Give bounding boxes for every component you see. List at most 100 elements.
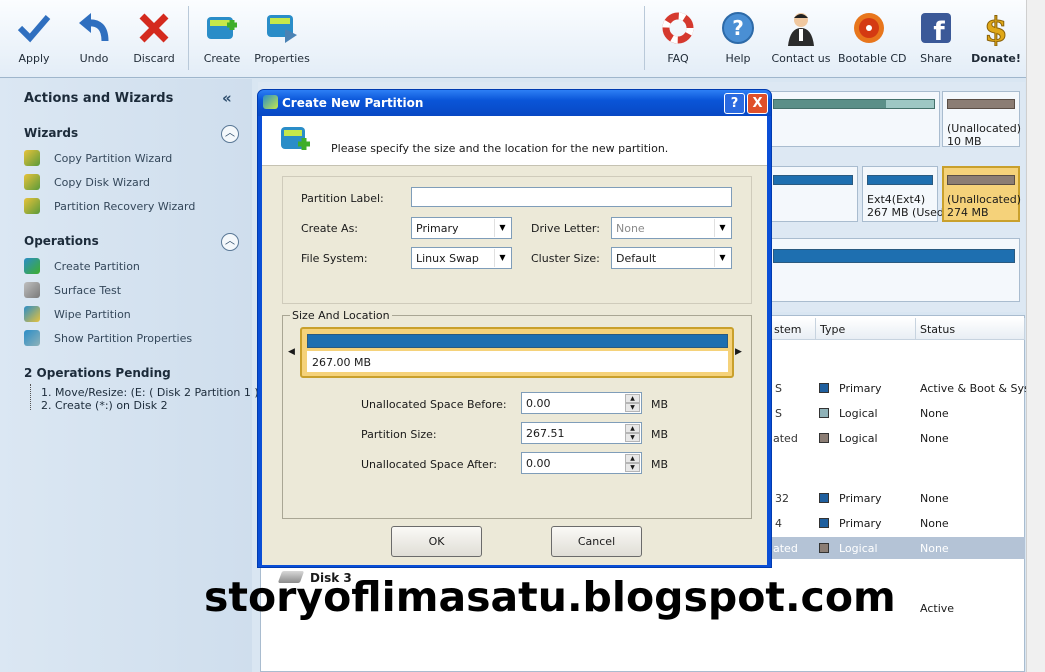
disk3-row-status: Active <box>920 602 955 615</box>
surface-test-icon <box>24 282 40 298</box>
file-system-select[interactable]: Linux Swap ▼ <box>411 247 512 269</box>
close-button[interactable]: X <box>747 93 768 114</box>
spin-up-icon[interactable]: ▲ <box>625 424 640 433</box>
file-system-label: File System: <box>301 252 368 265</box>
properties-button[interactable]: Properties <box>252 6 312 72</box>
row-type: Primary <box>839 517 882 530</box>
disk3-partition-block[interactable] <box>768 238 1020 302</box>
help-button[interactable]: ? <box>724 93 745 114</box>
chevron-down-icon[interactable]: ▼ <box>494 219 510 237</box>
cancel-button[interactable]: Cancel <box>551 526 642 557</box>
collapse-wizards-icon[interactable]: ︿ <box>221 125 239 143</box>
disk2-partition-block[interactable] <box>768 166 858 222</box>
row-status: Active & Boot & Syst <box>920 382 1035 395</box>
donate-button[interactable]: $ Donate! <box>966 6 1026 72</box>
disk1-partition-block[interactable] <box>768 91 940 147</box>
chevron-down-icon[interactable]: ▼ <box>494 249 510 267</box>
disk1-unallocated[interactable]: (Unallocated) 10 MB <box>942 91 1022 148</box>
right-scrollbar[interactable] <box>1026 0 1045 672</box>
unalloc-after-value: 0.00 <box>526 457 551 470</box>
row-fs: ated <box>773 542 798 555</box>
apply-label: Apply <box>18 52 50 65</box>
row-fs: 4 <box>775 517 782 530</box>
unallocated-label: (Unallocated) <box>947 122 1022 135</box>
create-label: Create <box>203 52 241 65</box>
partition-recovery-wizard[interactable]: Partition Recovery Wizard <box>24 198 195 214</box>
col-header-filesystem[interactable]: stem <box>770 318 816 340</box>
col-header-type[interactable]: Type <box>816 318 916 340</box>
disk2-unallocated-selected[interactable]: (Unallocated) 274 MB <box>942 166 1021 222</box>
unit-label: MB <box>651 428 669 441</box>
panel-title: Actions and Wizards <box>24 91 174 106</box>
unit-label: MB <box>651 458 669 471</box>
discard-button[interactable]: Discard <box>124 6 184 72</box>
partition-fill-bar <box>307 334 728 348</box>
spin-down-icon[interactable]: ▼ <box>625 463 640 472</box>
properties-label: Properties <box>254 52 310 65</box>
copy-partition-wizard[interactable]: Copy Partition Wizard <box>24 150 172 166</box>
usage-bar <box>947 99 1015 109</box>
collapse-panel-icon[interactable]: « <box>222 89 232 107</box>
create-partition-icon <box>204 10 240 46</box>
type-color-swatch <box>819 433 829 443</box>
row-type: Primary <box>839 492 882 505</box>
create-button[interactable]: Create <box>192 6 252 72</box>
collapse-operations-icon[interactable]: ︿ <box>221 233 239 251</box>
create-partition-icon <box>24 258 40 274</box>
drive-letter-label: Drive Letter: <box>531 222 600 235</box>
pending-op-2[interactable]: 2. Create (*:) on Disk 2 <box>41 399 168 412</box>
op-surface-test[interactable]: Surface Test <box>24 282 121 298</box>
cluster-size-select[interactable]: Default ▼ <box>611 247 732 269</box>
tree-lines <box>30 384 38 410</box>
row-type: Primary <box>839 382 882 395</box>
col-header-status[interactable]: Status <box>916 318 1025 340</box>
partition-size-input[interactable]: 267.51 ▲ ▼ <box>521 422 642 444</box>
row-status: None <box>920 407 949 420</box>
share-button[interactable]: f Share <box>906 6 966 72</box>
op-create-partition[interactable]: Create Partition <box>24 258 140 274</box>
drive-letter-value: None <box>616 222 645 235</box>
dollar-icon: $ <box>978 10 1014 46</box>
unalloc-after-input[interactable]: 0.00 ▲ ▼ <box>521 452 642 474</box>
right-resize-handle-icon[interactable]: ▶ <box>735 347 742 357</box>
faq-label: FAQ <box>667 52 689 65</box>
undo-arrow-icon <box>76 10 112 46</box>
op-show-properties[interactable]: Show Partition Properties <box>24 330 192 346</box>
faq-button[interactable]: FAQ <box>648 6 708 72</box>
type-color-swatch <box>819 383 829 393</box>
partition-label-input[interactable] <box>411 187 732 207</box>
help-button[interactable]: ? Help <box>708 6 768 72</box>
toolbar-separator <box>188 6 189 70</box>
wizard-label: Copy Partition Wizard <box>54 151 173 165</box>
spin-up-icon[interactable]: ▲ <box>625 454 640 463</box>
ok-button[interactable]: OK <box>391 526 482 557</box>
properties-icon <box>24 330 40 346</box>
row-status: None <box>920 542 949 555</box>
drive-letter-select[interactable]: None ▼ <box>611 217 732 239</box>
undo-button[interactable]: Undo <box>64 6 124 72</box>
pending-op-1[interactable]: 1. Move/Resize: (E: ( Disk 2 Partition 1… <box>41 386 263 399</box>
spin-down-icon[interactable]: ▼ <box>625 433 640 442</box>
unalloc-before-label: Unallocated Space Before: <box>361 398 507 411</box>
op-wipe-partition[interactable]: Wipe Partition <box>24 306 131 322</box>
usage-bar <box>773 175 853 185</box>
usage-bar <box>947 175 1015 185</box>
bootable-cd-icon <box>851 10 887 46</box>
wizard-label: Copy Disk Wizard <box>54 175 151 189</box>
apply-button[interactable]: Apply <box>4 6 64 72</box>
dialog-titlebar[interactable]: Create New Partition ? X <box>258 90 771 116</box>
left-resize-handle-icon[interactable]: ◀ <box>288 347 295 357</box>
disk2-ext4-partition[interactable]: Ext4(Ext4) 267 MB (Used <box>862 166 944 222</box>
spin-up-icon[interactable]: ▲ <box>625 394 640 403</box>
bootable-cd-button[interactable]: Bootable CD <box>838 6 907 72</box>
partition-size-bar[interactable]: 267.00 MB <box>300 327 734 378</box>
chevron-down-icon[interactable]: ▼ <box>714 249 730 267</box>
unalloc-before-input[interactable]: 0.00 ▲ ▼ <box>521 392 642 414</box>
operation-label: Create Partition <box>54 259 140 273</box>
copy-disk-wizard[interactable]: Copy Disk Wizard <box>24 174 150 190</box>
contact-button[interactable]: Contact us <box>770 6 832 72</box>
row-type: Logical <box>839 432 878 445</box>
chevron-down-icon[interactable]: ▼ <box>714 219 730 237</box>
spin-down-icon[interactable]: ▼ <box>625 403 640 412</box>
create-as-select[interactable]: Primary ▼ <box>411 217 512 239</box>
